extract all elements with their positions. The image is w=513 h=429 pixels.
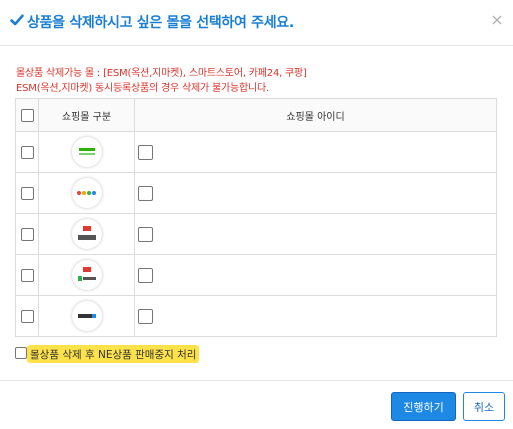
- mall-id-checkbox[interactable]: [138, 185, 153, 201]
- check-icon: [10, 14, 24, 26]
- cancel-button[interactable]: 취소: [463, 392, 505, 421]
- mall-id-checkbox[interactable]: [138, 226, 153, 242]
- dialog-title: 상품을 삭제하시고 싶은 몰을 선택하여 주세요.: [27, 15, 294, 31]
- mall-table: 쇼핑몰 구분 쇼핑몰 아이디: [15, 98, 497, 337]
- dialog-header: 상품을 삭제하시고 싶은 몰을 선택하여 주세요.: [0, 0, 513, 46]
- gmarket-logo: [71, 260, 102, 290]
- select-all-checkbox[interactable]: [20, 108, 34, 122]
- stop-sale-label: 몰상품 삭제 후 NE상품 판매중지 처리: [27, 345, 200, 363]
- table-row: [15, 172, 497, 214]
- row-checkbox[interactable]: [20, 227, 34, 241]
- row-checkbox[interactable]: [20, 186, 34, 200]
- header-mall: 쇼핑몰 구분: [38, 98, 135, 132]
- auction-logo: [71, 219, 102, 249]
- header-mall-id: 쇼핑몰 아이디: [134, 98, 497, 132]
- table-row: [15, 131, 497, 173]
- notice-text: 몰상품 삭제가능 몰 : [ESM(옥션,지마켓), 스마트스토어, 카페24,…: [16, 66, 307, 96]
- row-checkbox[interactable]: [20, 309, 34, 323]
- smartstore-logo: [71, 137, 102, 167]
- mall-id-checkbox[interactable]: [138, 144, 153, 160]
- table-row: [15, 213, 497, 255]
- mall-id-checkbox[interactable]: [138, 267, 153, 283]
- row-checkbox[interactable]: [20, 268, 34, 282]
- close-icon[interactable]: [491, 14, 503, 26]
- table-row: [15, 254, 497, 296]
- stop-sale-checkbox[interactable]: [15, 347, 27, 359]
- coupang-logo: [71, 178, 102, 208]
- header-check-cell: [15, 98, 39, 132]
- footer-divider: [0, 380, 513, 381]
- cafe24-logo: [71, 301, 102, 331]
- notice-line-2: ESM(옥션,지마켓) 동시등록상품의 경우 삭제가 불가능합니다.: [16, 83, 269, 94]
- proceed-button[interactable]: 진행하기: [391, 392, 456, 421]
- row-checkbox[interactable]: [20, 145, 34, 159]
- table-header-row: 쇼핑몰 구분 쇼핑몰 아이디: [15, 98, 497, 132]
- mall-id-checkbox[interactable]: [138, 308, 153, 324]
- notice-line-1: 몰상품 삭제가능 몰 : [ESM(옥션,지마켓), 스마트스토어, 카페24,…: [16, 68, 307, 79]
- table-row: [15, 295, 497, 337]
